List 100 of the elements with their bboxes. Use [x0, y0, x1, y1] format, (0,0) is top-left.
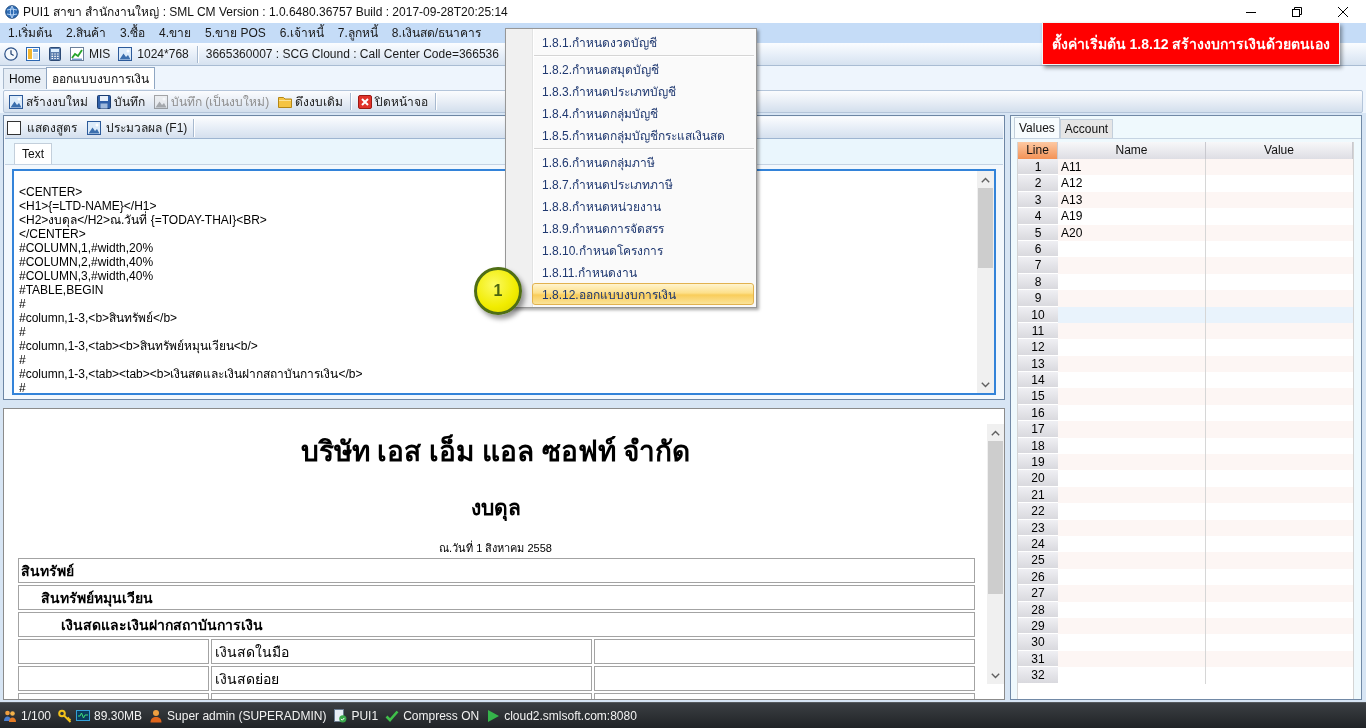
table-row[interactable]: 1 A11 — [1018, 159, 1353, 176]
company-title: บริษัท เอส เอ็ม แอล ซอฟท์ จำกัด — [300, 435, 691, 469]
report-date: ณ.วันที่ 1 สิงหาคม 2558 — [439, 541, 552, 555]
menu-item[interactable]: 1.เริ่มต้น — [1, 23, 59, 43]
scrollbar-thumb[interactable] — [988, 441, 1003, 594]
close-screen-button[interactable]: ปิดหน้าจอ — [356, 92, 431, 111]
column-header[interactable]: Line — [1018, 142, 1058, 159]
close-icon — [1338, 6, 1348, 17]
row-number: 20 — [1018, 470, 1058, 487]
save-button[interactable]: บันทึก — [95, 92, 147, 111]
row-number: 1 — [1018, 159, 1058, 176]
status-text: PUI1 — [351, 708, 379, 723]
status-text: 1/100 — [21, 708, 52, 723]
chevron-down-icon[interactable] — [991, 672, 1000, 679]
menu-item[interactable]: 1.8.2.กำหนดสมุดบัญชี — [532, 58, 754, 80]
menu-item[interactable]: 1.8.7.กำหนดประเภทภาษี — [532, 173, 754, 195]
table-row[interactable]: 15 — [1018, 388, 1353, 405]
load-statement-button[interactable]: ดึงงบเดิม — [276, 92, 346, 111]
table-row[interactable]: 7 — [1018, 257, 1353, 274]
table-cell: A19 — [1061, 209, 1083, 224]
code-line: # — [19, 353, 26, 367]
tab[interactable]: ออกแบบงบการเงิน — [46, 67, 155, 89]
mis-button[interactable]: MIS — [70, 47, 111, 61]
check-icon — [385, 708, 400, 723]
process-button[interactable]: ประมวลผล (F1) — [87, 118, 188, 137]
screen-size-button[interactable]: 1024*768 — [118, 47, 189, 61]
code-line: #column,1-3,<tab><b>สินทรัพย์หมุนเวียน<b/> — [19, 339, 258, 353]
users-icon — [3, 708, 17, 723]
code-line: # — [19, 325, 26, 339]
scrollbar[interactable] — [977, 171, 994, 393]
row-number: 25 — [1018, 552, 1058, 569]
menu-item[interactable]: 1.8.3.กำหนดประเภทบัญชี — [532, 80, 754, 102]
chevron-up-icon[interactable] — [991, 429, 1000, 436]
calculator-icon[interactable] — [48, 47, 62, 61]
panel-icon[interactable] — [26, 47, 40, 61]
code-line: </CENTER> — [19, 227, 86, 241]
row-number: 4 — [1018, 208, 1058, 225]
tab[interactable]: Text — [14, 143, 52, 164]
tab[interactable]: Account — [1059, 119, 1114, 138]
new-statement-button[interactable]: สร้างงบใหม่ — [7, 92, 90, 111]
monitor-icon — [76, 708, 91, 723]
menu-item[interactable]: 6.เจ้าหนี้ — [272, 23, 331, 43]
table-cell: เงินสดย่อย — [210, 666, 592, 691]
table-row[interactable]: 9 — [1018, 290, 1353, 307]
menu-item[interactable]: 1.8.12.ออกแบบงบการเงิน — [532, 283, 754, 305]
table-row[interactable]: 27 — [1018, 585, 1353, 602]
floppy-icon — [97, 94, 111, 109]
chevron-down-icon[interactable] — [981, 381, 990, 388]
status-text: cloud2.smlsoft.com:8080 — [504, 708, 637, 723]
status-text: Compress ON — [403, 708, 480, 723]
code-line: #COLUMN,1,#width,20% — [19, 241, 154, 255]
menu-item[interactable]: 1.8.5.กำหนดกลุ่มบัญชีกระแสเงินสด — [532, 124, 754, 146]
menu-item[interactable]: 1.8.6.กำหนดกลุ่มภาษี — [532, 151, 754, 173]
folder-icon — [278, 94, 293, 109]
chevron-up-icon[interactable] — [981, 176, 990, 183]
table-row[interactable]: 17 — [1018, 421, 1353, 438]
globe-icon — [5, 4, 19, 19]
menu-item[interactable]: 3.ซื้อ — [113, 23, 153, 43]
table-cell: A20 — [1061, 225, 1083, 240]
row-number: 15 — [1018, 388, 1058, 405]
play-icon — [486, 708, 501, 723]
row-number: 22 — [1018, 503, 1058, 520]
table-row[interactable]: 19 — [1018, 454, 1353, 471]
clock-icon[interactable] — [4, 47, 18, 61]
column-header[interactable]: Name — [1058, 142, 1206, 159]
scrollbar-thumb[interactable] — [978, 188, 993, 268]
table-cell: สินทรัพย์ — [18, 558, 975, 583]
menu-item[interactable]: 1.8.11.กำหนดงาน — [532, 261, 754, 283]
row-number: 30 — [1018, 634, 1058, 651]
connection-info: 3665360007 : SCG Clound : Call Center Code=366536 — [205, 47, 499, 61]
scrollbar[interactable] — [987, 424, 1004, 684]
code-line: # — [19, 381, 26, 393]
table-cell: เงินสดในมือ — [210, 639, 592, 664]
code-line: <H1>{=LTD-NAME}</H1> — [19, 199, 157, 213]
restore-icon — [1292, 6, 1302, 17]
checkbox[interactable] — [7, 120, 21, 135]
code-line: <H2>งบดุล</H2>ณ.วันที่ {=TODAY-THAI}<BR> — [19, 213, 267, 227]
table-cell: เงินสดและเงินฝากสถาบันการเงิน — [18, 612, 975, 637]
tab[interactable]: Values — [1014, 117, 1060, 138]
menu-item[interactable]: 1.8.10.กำหนดโครงการ — [532, 239, 754, 261]
menu-item[interactable]: 2.สินค้า — [59, 23, 114, 43]
column-header[interactable]: Value — [1206, 142, 1353, 159]
menu-item[interactable]: 8.เงินสด/ธนาคาร — [384, 23, 489, 43]
row-number: 32 — [1018, 667, 1058, 684]
menu-item[interactable]: 5.ขาย POS — [198, 23, 273, 43]
menu-item[interactable]: 4.ขาย — [152, 23, 199, 43]
code-line: <CENTER> — [19, 185, 83, 199]
picture-icon — [87, 120, 101, 135]
menu-item[interactable]: 7.ลูกหนี้ — [330, 23, 385, 43]
checkbox-label: แสดงสูตร — [27, 120, 77, 137]
tab[interactable]: Home — [3, 68, 47, 89]
menu-item[interactable]: 1.8.9.กำหนดการจัดสรร — [532, 217, 754, 239]
instruction-banner: ตั้งค่าเริ่มต้น 1.8.12 สร้างงบการเงินด้วยตนเอง — [1042, 22, 1340, 65]
menu-item[interactable]: 1.8.1.กำหนดงวดบัญชี — [532, 31, 754, 53]
menu-item[interactable]: 1.8.4.กำหนดกลุ่มบัญชี — [532, 102, 754, 124]
table-row[interactable]: 25 — [1018, 552, 1353, 569]
code-line: #TABLE,BEGIN — [19, 283, 104, 297]
row-number: 19 — [1018, 454, 1058, 471]
picture-icon — [154, 94, 168, 109]
menu-item[interactable]: 1.8.8.กำหนดหน่วยงาน — [532, 195, 754, 217]
